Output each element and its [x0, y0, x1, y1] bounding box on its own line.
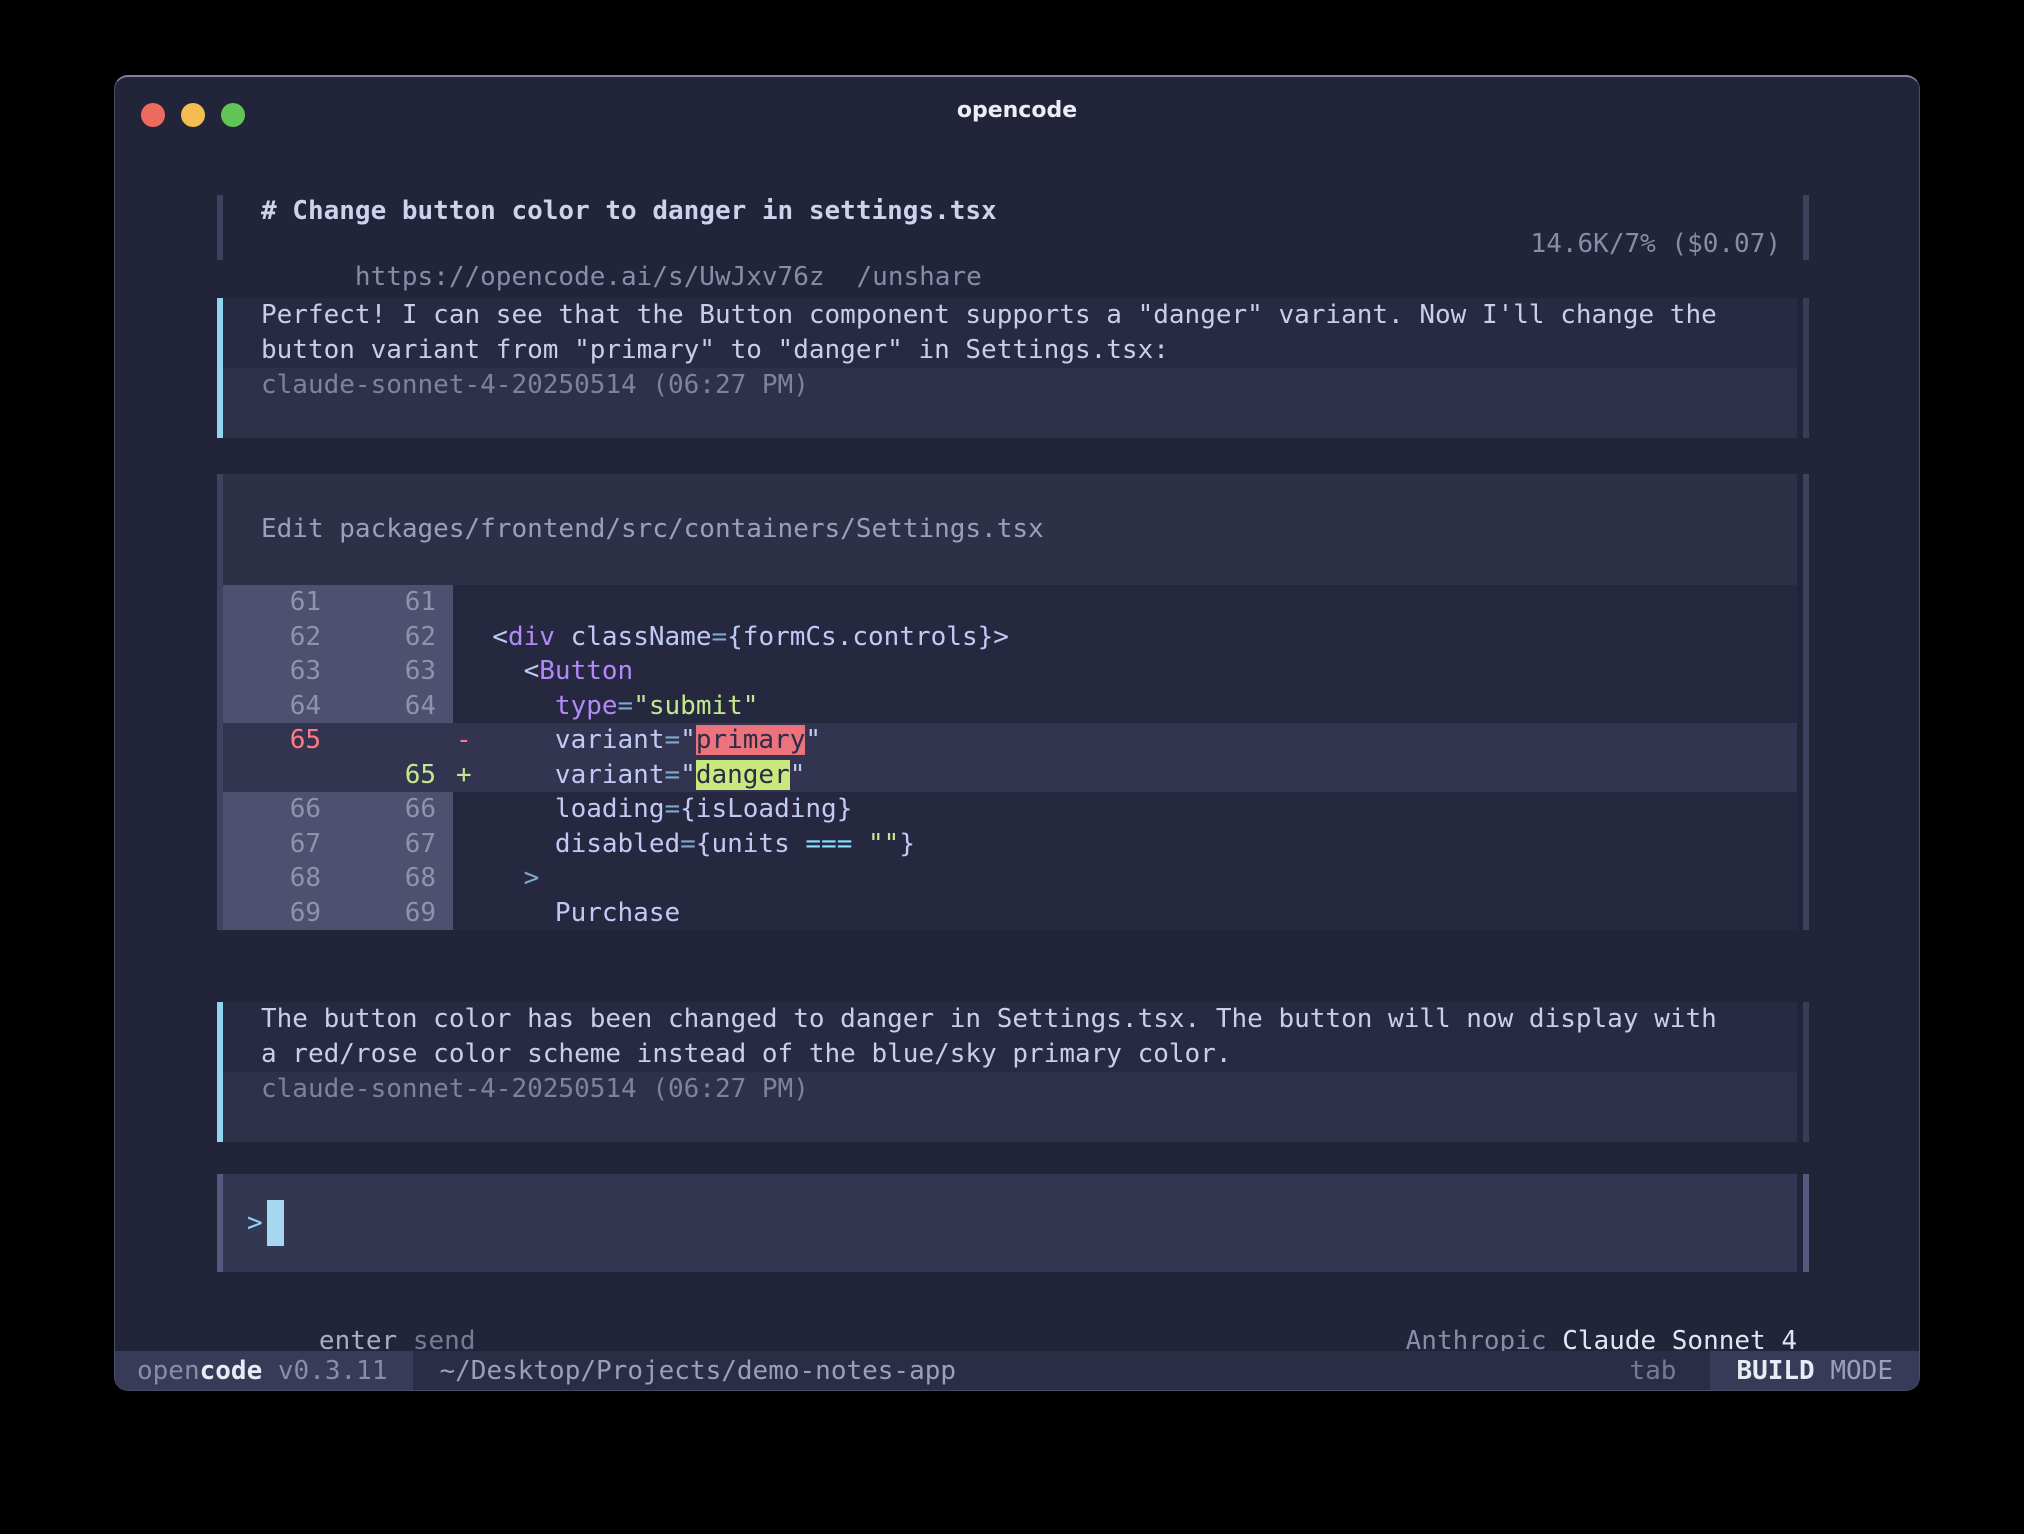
- diff-row: 6666 loading={isLoading}: [223, 792, 1797, 827]
- message-background: The button color has been changed to dan…: [223, 1002, 1797, 1142]
- message-right-border: [1803, 1002, 1809, 1142]
- text-cursor: [267, 1200, 284, 1246]
- diff-row: 6262 <div className={formCs.controls}>: [223, 620, 1797, 655]
- diff-row: 6464 type="submit": [223, 689, 1797, 724]
- mode-label: MODE: [1815, 1356, 1893, 1386]
- diff-row: 6969 Purchase: [223, 896, 1797, 931]
- edit-right-border: [1803, 474, 1809, 930]
- session-header: # Change button color to danger in setti…: [217, 195, 1809, 260]
- token-usage: 14.6K/7% ($0.07): [1531, 228, 1781, 261]
- prompt-chevron: >: [247, 1208, 263, 1238]
- opencode-window: opencode # Change button color to danger…: [114, 75, 1920, 1391]
- prompt-input-block: >: [217, 1174, 1809, 1272]
- added-word: danger: [696, 760, 790, 790]
- mode-name: BUILD: [1736, 1356, 1814, 1386]
- session-title: # Change button color to danger in setti…: [217, 195, 1809, 228]
- share-url[interactable]: https://opencode.ai/s/UwJxv76z: [355, 262, 825, 292]
- window-title: opencode: [115, 98, 1919, 123]
- tab-key-hint: tab: [1629, 1356, 1676, 1386]
- app-version-segment: opencode v0.3.11: [115, 1351, 413, 1390]
- working-directory: ~/Desktop/Projects/demo-notes-app: [439, 1356, 956, 1386]
- removed-marker: -: [456, 723, 472, 758]
- message-right-border: [1803, 298, 1809, 438]
- app-version: v0.3.11: [262, 1356, 387, 1386]
- diff-row-added: 65 + variant="danger": [223, 758, 1797, 793]
- message-background: Perfect! I can see that the Button compo…: [223, 298, 1797, 438]
- removed-word: primary: [696, 725, 806, 755]
- prompt-input[interactable]: >: [223, 1174, 1797, 1272]
- message-model-meta: claude-sonnet-4-20250514 (06:27 PM): [223, 368, 1797, 403]
- diff-row: 6363 <Button: [223, 654, 1797, 689]
- assistant-message: The button color has been changed to dan…: [217, 1002, 1809, 1142]
- footer-hints: enter send Anthropic Claude Sonnet 4: [217, 1289, 1809, 1324]
- message-model-meta: claude-sonnet-4-20250514 (06:27 PM): [223, 1072, 1797, 1107]
- mode-segment[interactable]: BUILD MODE: [1710, 1351, 1919, 1390]
- message-text-line: button variant from "primary" to "danger…: [223, 333, 1797, 368]
- diff-row: 6161: [223, 585, 1797, 620]
- message-text-line: Perfect! I can see that the Button compo…: [223, 298, 1797, 333]
- app-name-code: code: [200, 1356, 263, 1386]
- diff-row: 6767 disabled={units === ""}: [223, 827, 1797, 862]
- input-right-border: [1803, 1174, 1809, 1272]
- diff-background: Edit packages/frontend/src/containers/Se…: [223, 474, 1797, 930]
- diff-row-removed: 65 - variant="primary": [223, 723, 1797, 758]
- added-marker: +: [456, 758, 472, 793]
- edit-tool-block: Edit packages/frontend/src/containers/Se…: [217, 474, 1809, 930]
- unshare-command[interactable]: /unshare: [857, 262, 982, 292]
- edit-file-title: Edit packages/frontend/src/containers/Se…: [223, 474, 1797, 585]
- diff-row: 6868 >: [223, 861, 1797, 896]
- message-text-line: a red/rose color scheme instead of the b…: [223, 1037, 1797, 1072]
- status-bar: opencode v0.3.11 ~/Desktop/Projects/demo…: [115, 1351, 1919, 1390]
- assistant-message: Perfect! I can see that the Button compo…: [217, 298, 1809, 438]
- app-name-open: open: [137, 1356, 200, 1386]
- message-text-line: The button color has been changed to dan…: [223, 1002, 1797, 1037]
